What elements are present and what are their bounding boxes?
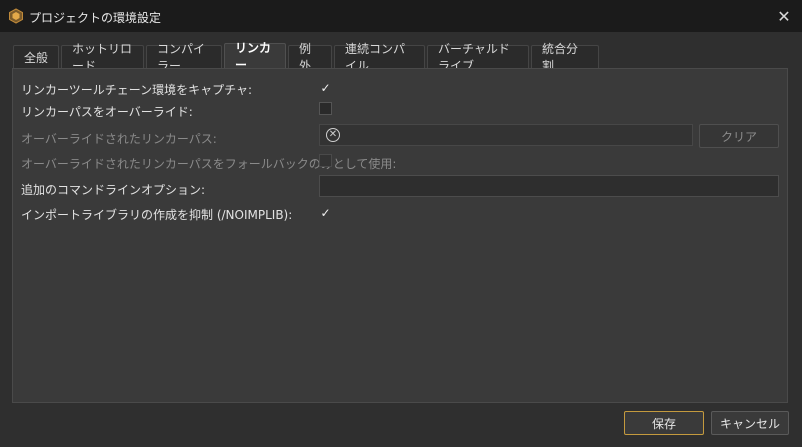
- fallback-only-checkbox[interactable]: [319, 154, 332, 167]
- override-linker-checkbox[interactable]: [319, 102, 332, 115]
- capture-env-checkbox[interactable]: ✓: [319, 81, 332, 94]
- clear-path-button[interactable]: クリア: [699, 124, 779, 148]
- fallback-only-label: オーバーライドされたリンカーパスをフォールバックのみとして使用:: [21, 157, 397, 171]
- setting-extra-options: 追加のコマンドラインオプション:: [21, 181, 205, 198]
- clear-circle-x-icon[interactable]: ✕: [326, 128, 340, 142]
- close-icon: ✕: [777, 6, 791, 26]
- checkmark-icon: ✓: [320, 205, 331, 220]
- extra-options-label: 追加のコマンドラインオプション:: [21, 183, 206, 197]
- tab-exceptions[interactable]: 例外: [288, 42, 332, 73]
- close-button[interactable]: ✕: [772, 4, 796, 28]
- setting-fallback-only: オーバーライドされたリンカーパスをフォールバックのみとして使用:: [21, 155, 396, 172]
- overridden-path-input[interactable]: ✕: [319, 124, 693, 146]
- setting-overridden-path: オーバーライドされたリンカーパス:: [21, 130, 217, 147]
- suppress-implib-checkbox[interactable]: ✓: [319, 206, 332, 219]
- tab-bar: 全般 ホットリロード コンパイラー リンカー 例外 連続コンパイル バーチャルド…: [13, 41, 601, 73]
- tab-hot-reload[interactable]: ホットリロード: [61, 42, 144, 73]
- tab-unity-split[interactable]: 統合分割: [531, 42, 599, 73]
- app-logo-icon: [9, 8, 23, 24]
- cancel-button[interactable]: キャンセル: [711, 411, 789, 435]
- tab-general[interactable]: 全般: [13, 45, 59, 68]
- extra-options-input[interactable]: [319, 175, 779, 197]
- suppress-implib-label: インポートライブラリの作成を抑制 (/NOIMPLIB):: [21, 208, 293, 222]
- tab-linker[interactable]: リンカー: [224, 41, 286, 72]
- linker-settings-panel: リンカーツールチェーン環境をキャプチャ: ✓ リンカーパスをオーバーライド: オ…: [12, 68, 788, 403]
- capture-env-label: リンカーツールチェーン環境をキャプチャ:: [21, 83, 253, 97]
- window-title: プロジェクトの環境設定: [29, 11, 162, 25]
- setting-suppress-implib: インポートライブラリの作成を抑制 (/NOIMPLIB):: [21, 206, 292, 223]
- tab-compiler[interactable]: コンパイラー: [146, 42, 222, 73]
- tab-virtual-drive[interactable]: バーチャルドライブ: [427, 42, 529, 73]
- setting-capture-env: リンカーツールチェーン環境をキャプチャ:: [21, 81, 252, 98]
- save-button[interactable]: 保存: [624, 411, 704, 435]
- setting-override-linker: リンカーパスをオーバーライド:: [21, 103, 193, 120]
- checkmark-icon: ✓: [320, 80, 331, 95]
- override-linker-label: リンカーパスをオーバーライド:: [21, 105, 193, 119]
- overridden-path-label: オーバーライドされたリンカーパス:: [21, 132, 217, 146]
- title-bar: プロジェクトの環境設定 ✕: [0, 0, 802, 32]
- tab-continuous-compile[interactable]: 連続コンパイル: [334, 42, 425, 73]
